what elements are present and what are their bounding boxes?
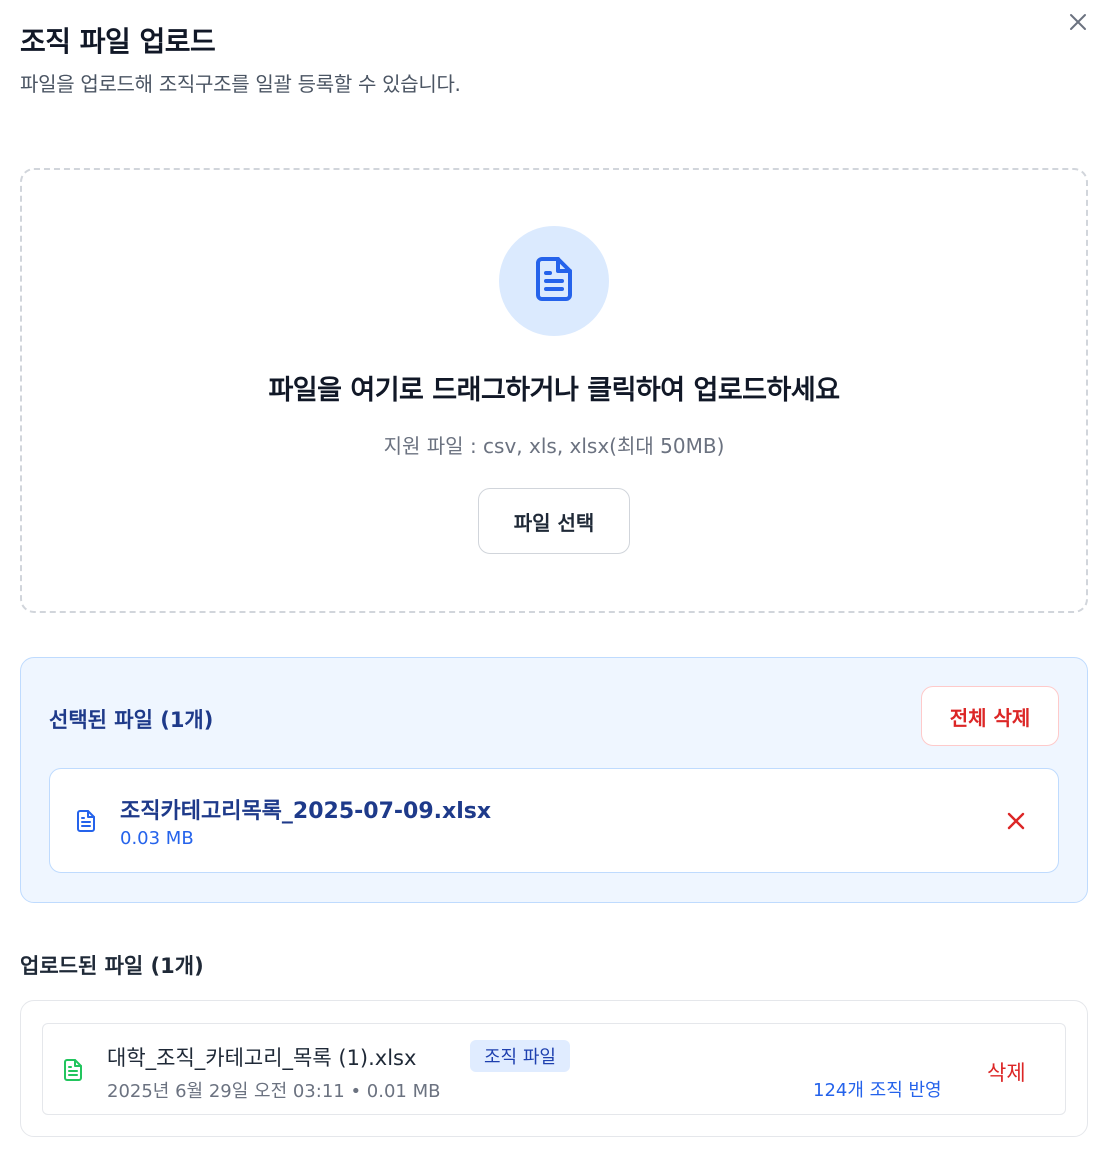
dropzone-hint: 지원 파일 : csv, xls, xlsx(최대 50MB) xyxy=(383,434,725,458)
uploaded-file-item: 대학_조직_카테고리_목록 (1).xlsx 조직 파일 2025년 6월 29… xyxy=(42,1023,1066,1115)
delete-uploaded-file-button[interactable]: 삭제 xyxy=(987,1057,1026,1087)
selected-file-name: 조직카테고리목록_2025-07-09.xlsx xyxy=(120,799,492,824)
selected-file-item: 조직카테고리목록_2025-07-09.xlsx 0.03 MB xyxy=(49,768,1059,873)
selected-files-heading: 선택된 파일 (1개) xyxy=(49,708,214,732)
document-icon xyxy=(530,255,578,307)
close-icon xyxy=(1004,812,1028,837)
document-icon xyxy=(74,809,98,837)
uploaded-files-panel: 대학_조직_카테고리_목록 (1).xlsx 조직 파일 2025년 6월 29… xyxy=(20,1000,1088,1137)
file-dropzone[interactable]: 파일을 여기로 드래그하거나 클릭하여 업로드하세요 지원 파일 : csv, … xyxy=(20,168,1088,613)
uploaded-file-name: 대학_조직_카테고리_목록 (1).xlsx xyxy=(107,1046,417,1070)
file-type-badge: 조직 파일 xyxy=(470,1040,570,1072)
delete-all-button[interactable]: 전체 삭제 xyxy=(921,686,1059,746)
close-icon xyxy=(1066,10,1090,34)
uploaded-files-heading: 업로드된 파일 (1개) xyxy=(20,954,204,978)
select-file-button[interactable]: 파일 선택 xyxy=(478,488,630,554)
spreadsheet-icon xyxy=(61,1058,85,1086)
selected-files-panel: 선택된 파일 (1개) 전체 삭제 조직카테고리목록_2025-07-09.xl… xyxy=(20,657,1088,903)
dropzone-title: 파일을 여기로 드래그하거나 클릭하여 업로드하세요 xyxy=(268,375,840,406)
modal-title: 조직 파일 업로드 xyxy=(20,25,216,58)
reflected-org-count: 124개 조직 반영 xyxy=(813,1080,942,1101)
remove-file-button[interactable] xyxy=(1004,809,1028,833)
modal-subtitle: 파일을 업로드해 조직구조를 일괄 등록할 수 있습니다. xyxy=(20,72,461,96)
uploaded-file-meta: 2025년 6월 29일 오전 03:11 • 0.01 MB xyxy=(107,1081,441,1102)
selected-file-size: 0.03 MB xyxy=(120,828,194,849)
close-button[interactable] xyxy=(1066,10,1090,34)
dropzone-icon-wrapper xyxy=(499,226,609,336)
